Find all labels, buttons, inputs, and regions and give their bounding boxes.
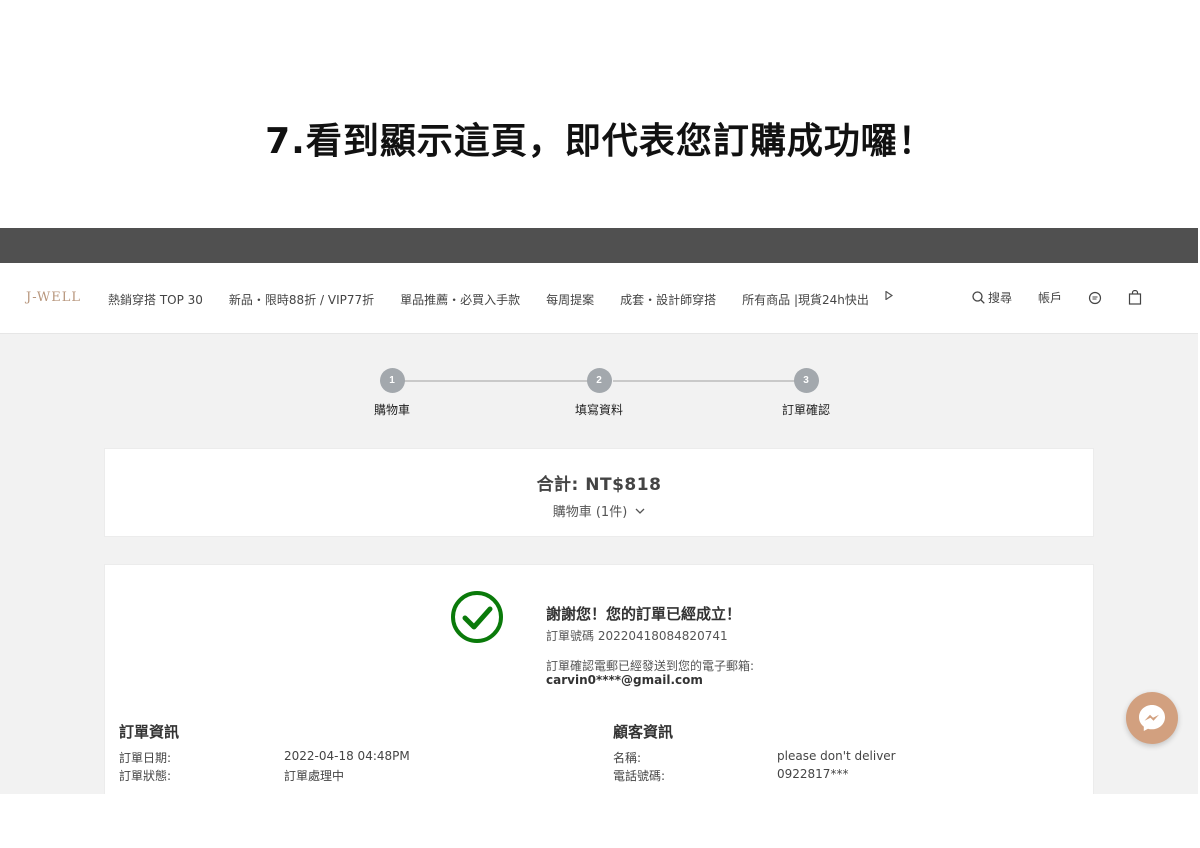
step-number: 2 [586, 368, 612, 393]
nav-menu: 熱銷穿搭 TOP 30 新品・限時88折 / VIP77折 單品推薦・必買入手款… [108, 290, 893, 308]
step-label: 訂單確認 [781, 403, 830, 417]
nav-item-sets[interactable]: 成套・設計師穿搭 [620, 291, 716, 308]
chat-bubble-icon [1088, 291, 1102, 304]
customer-info-title: 顧客資訊 [613, 723, 674, 741]
order-info-title: 訂單資訊 [119, 723, 180, 741]
customer-phone-value: 0922817*** [777, 767, 849, 781]
email-sent-note: 訂單確認電郵已經發送到您的電子郵箱: [546, 659, 755, 673]
customer-name-label: 名稱: [613, 751, 642, 765]
checkout-steps: 1 購物車 2 填寫資料 3 訂單確認 [374, 368, 836, 418]
step-fill-info: 2 填寫資料 [559, 368, 639, 418]
order-number: 訂單號碼 20220418084820741 [546, 629, 728, 643]
page-caption: 7.看到顯示這頁，即代表您訂購成功囉！ [265, 121, 935, 162]
success-check-icon [451, 591, 503, 643]
cart-button[interactable] [1128, 290, 1142, 305]
step-cart: 1 購物車 [352, 368, 432, 418]
order-status-label: 訂單狀態: [119, 769, 172, 783]
order-status-value: 訂單處理中 [284, 769, 345, 783]
message-button[interactable] [1088, 291, 1102, 305]
nav-actions: 搜尋 帳戶 [946, 289, 1142, 306]
customer-email: carvin0****@gmail.com [546, 673, 703, 687]
customer-name-value: please don't deliver [777, 749, 896, 763]
account-link[interactable]: 帳戶 [1038, 289, 1062, 306]
nav-scroll-right-icon[interactable] [885, 290, 893, 308]
store-screenshot: J-WELL 熱銷穿搭 TOP 30 新品・限時88折 / VIP77折 單品推… [0, 228, 1198, 794]
step-number: 1 [379, 368, 405, 393]
nav-item-all-products[interactable]: 所有商品 |現貨24h快出 [742, 291, 869, 308]
step-label: 購物車 [373, 403, 410, 417]
order-summary: 合計: NT$818 購物車 (1件) [104, 448, 1094, 537]
customer-phone-label: 電話號碼: [613, 769, 666, 783]
nav-item-new[interactable]: 新品・限時88折 / VIP77折 [229, 291, 374, 308]
step-label: 填寫資料 [574, 403, 623, 417]
nav-item-weekly[interactable]: 每周提案 [546, 291, 594, 308]
order-date-label: 訂單日期: [119, 751, 172, 765]
messenger-icon [1139, 705, 1165, 731]
search-icon [972, 291, 985, 304]
search-label: 搜尋 [987, 291, 1012, 305]
chevron-down-icon [635, 508, 645, 514]
step-number: 3 [793, 368, 819, 393]
messenger-chat-button[interactable] [1126, 692, 1178, 744]
search-button[interactable]: 搜尋 [972, 289, 1012, 306]
main-navigation: J-WELL 熱銷穿搭 TOP 30 新品・限時88折 / VIP77折 單品推… [0, 263, 1198, 334]
thanks-message: 謝謝您！您的訂單已經成立！ [546, 605, 742, 623]
step-confirm: 3 訂單確認 [766, 368, 846, 418]
nav-item-recommend[interactable]: 單品推薦・必買入手款 [400, 291, 520, 308]
nav-item-top30[interactable]: 熱銷穿搭 TOP 30 [108, 291, 203, 308]
order-date-value: 2022-04-18 04:48PM [284, 749, 410, 763]
cart-expand-toggle[interactable]: 購物車 (1件) [553, 501, 646, 520]
shopping-bag-icon [1128, 290, 1142, 305]
cart-count-label: 購物車 (1件) [552, 505, 628, 520]
top-bar [0, 228, 1198, 263]
order-total: 合計: NT$818 [536, 475, 662, 495]
brand-logo[interactable]: J-WELL [26, 290, 81, 305]
order-confirmation-panel: 謝謝您！您的訂單已經成立！ 訂單號碼 20220418084820741 訂單確… [104, 564, 1094, 794]
